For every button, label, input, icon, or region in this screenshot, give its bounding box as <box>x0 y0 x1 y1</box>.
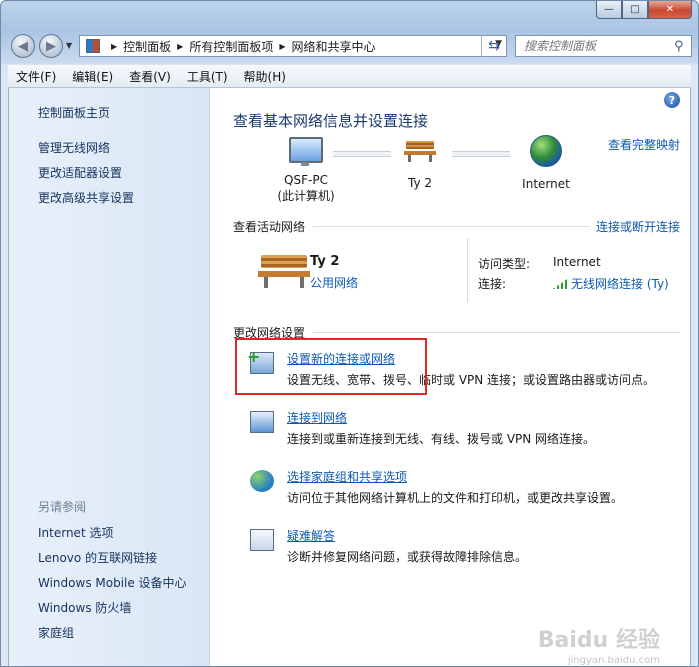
see-also-heading: 另请参阅 <box>38 500 87 514</box>
history-dropdown-icon[interactable]: ▼ <box>66 41 72 50</box>
back-arrow-icon: ◀ <box>18 38 28 54</box>
network-type-link[interactable]: 公用网络 <box>310 274 358 291</box>
map-internet-node[interactable]: Internet <box>513 135 579 191</box>
watermark-logo: Baidu 经验 <box>537 628 660 653</box>
search-box[interactable]: ⚲ <box>515 35 692 57</box>
map-link-line <box>333 151 391 157</box>
vertical-divider <box>467 238 468 302</box>
active-network-heading: 查看活动网络 <box>233 220 306 234</box>
sidebar: 控制面板主页 管理无线网络 更改适配器设置 更改高级共享设置 另请参阅 Inte… <box>9 88 210 666</box>
navigation-bar: ◀ ▶ ▼ ▶ 控制面板 ▶ 所有控制面板项 ▶ 网络和共享中心 ▼ ⇆ ⚲ <box>9 33 692 59</box>
forward-arrow-icon: ▶ <box>46 38 56 54</box>
task-desc: 诊断并修复网络问题，或获得故障排除信息。 <box>287 550 528 564</box>
map-link-line <box>452 151 510 157</box>
see-also-homegroup[interactable]: 家庭组 <box>38 624 74 641</box>
bench-network-icon <box>404 139 436 162</box>
task-desc: 访问位于其他网络计算机上的文件和打印机，或更改共享设置。 <box>287 491 624 505</box>
homegroup-icon <box>250 470 274 492</box>
sidebar-home-link[interactable]: 控制面板主页 <box>38 104 110 121</box>
watermark-url: jingyan.baidu.com <box>567 655 660 666</box>
menu-view[interactable]: 查看(V) <box>121 68 179 85</box>
map-network-name: Ty 2 <box>407 176 432 190</box>
help-icon[interactable]: ? <box>664 92 680 108</box>
connection-row: 连接: 无线网络连接 (Ty) <box>478 275 669 292</box>
close-button[interactable]: ✕ <box>648 1 692 19</box>
active-network-name: Ty 2 <box>310 254 340 269</box>
section-divider <box>313 226 590 227</box>
full-map-link[interactable]: 查看完整映射 <box>608 136 680 153</box>
menu-help[interactable]: 帮助(H) <box>236 68 294 85</box>
pc-name: QSF-PC <box>284 173 328 187</box>
sidebar-advanced-sharing[interactable]: 更改高级共享设置 <box>38 189 134 206</box>
bench-network-icon <box>258 253 310 289</box>
forward-button[interactable]: ▶ <box>39 34 63 58</box>
main-panel: ? 查看基本网络信息并设置连接 查看完整映射 QSF-PC (此计算机) Ty … <box>210 88 690 666</box>
connection-link[interactable]: 无线网络连接 (Ty) <box>571 277 669 291</box>
refresh-icon: ⇆ <box>488 38 500 54</box>
menu-file[interactable]: 文件(F) <box>8 68 64 85</box>
access-type-value: Internet <box>553 255 601 269</box>
back-button[interactable]: ◀ <box>11 34 35 58</box>
troubleshoot-icon <box>250 529 274 551</box>
breadcrumb-control-panel[interactable]: 控制面板 <box>123 38 171 55</box>
search-icon[interactable]: ⚲ <box>674 39 684 54</box>
refresh-button[interactable]: ⇆ <box>481 35 506 57</box>
see-also-internet-options[interactable]: Internet 选项 <box>38 524 113 541</box>
connect-network-icon <box>250 411 274 433</box>
minimize-button[interactable]: — <box>596 1 622 19</box>
content-area: 控制面板主页 管理无线网络 更改适配器设置 更改高级共享设置 另请参阅 Inte… <box>8 88 691 666</box>
see-also-firewall[interactable]: Windows 防火墙 <box>38 599 131 616</box>
connection-label: 连接: <box>478 277 507 291</box>
page-title: 查看基本网络信息并设置连接 <box>233 112 429 130</box>
see-also-windows-mobile[interactable]: Windows Mobile 设备中心 <box>38 574 187 591</box>
control-panel-icon <box>86 39 100 53</box>
internet-globe-icon <box>530 135 562 167</box>
see-also-lenovo[interactable]: Lenovo 的互联网链接 <box>38 549 157 566</box>
wireless-signal-icon <box>553 279 567 289</box>
maximize-button[interactable]: □ <box>622 1 648 19</box>
breadcrumb-network-center[interactable]: 网络和共享中心 <box>292 38 376 55</box>
menu-edit[interactable]: 编辑(E) <box>64 68 121 85</box>
sidebar-change-adapter[interactable]: 更改适配器设置 <box>38 164 122 181</box>
menu-tools[interactable]: 工具(T) <box>179 68 236 85</box>
breadcrumb-separator-icon[interactable]: ▶ <box>279 42 285 51</box>
map-internet-label: Internet <box>522 177 570 191</box>
breadcrumb-all-items[interactable]: 所有控制面板项 <box>189 38 273 55</box>
connect-disconnect-link[interactable]: 连接或断开连接 <box>596 218 680 235</box>
access-type-label: 访问类型: <box>478 257 531 271</box>
highlight-box <box>235 338 427 395</box>
section-divider <box>313 332 680 333</box>
breadcrumb-separator-icon[interactable]: ▶ <box>111 42 117 51</box>
breadcrumb-separator-icon[interactable]: ▶ <box>177 42 183 51</box>
sidebar-manage-wireless[interactable]: 管理无线网络 <box>38 139 110 156</box>
connection-value[interactable]: 无线网络连接 (Ty) <box>553 275 669 292</box>
address-bar[interactable]: ▶ 控制面板 ▶ 所有控制面板项 ▶ 网络和共享中心 ▼ <box>79 35 507 57</box>
pc-sub: (此计算机) <box>277 189 335 203</box>
map-computer-node[interactable]: QSF-PC (此计算机) <box>266 137 346 204</box>
task-title[interactable]: 疑难解答 <box>287 527 335 544</box>
task-title[interactable]: 连接到网络 <box>287 409 347 426</box>
task-desc: 连接到或重新连接到无线、有线、拨号或 VPN 网络连接。 <box>287 432 596 446</box>
computer-icon <box>289 137 323 166</box>
window: — □ ✕ ◀ ▶ ▼ ▶ 控制面板 ▶ 所有控制面板项 ▶ 网络和共享中心 ▼… <box>0 0 699 667</box>
task-title[interactable]: 选择家庭组和共享选项 <box>287 468 407 485</box>
menu-bar: 文件(F) 编辑(E) 查看(V) 工具(T) 帮助(H) <box>8 65 691 88</box>
search-input[interactable] <box>522 38 674 54</box>
caption-buttons: — □ ✕ <box>596 1 692 19</box>
map-network-node[interactable]: Ty 2 <box>390 139 450 190</box>
access-type-row: 访问类型: Internet <box>478 255 601 272</box>
